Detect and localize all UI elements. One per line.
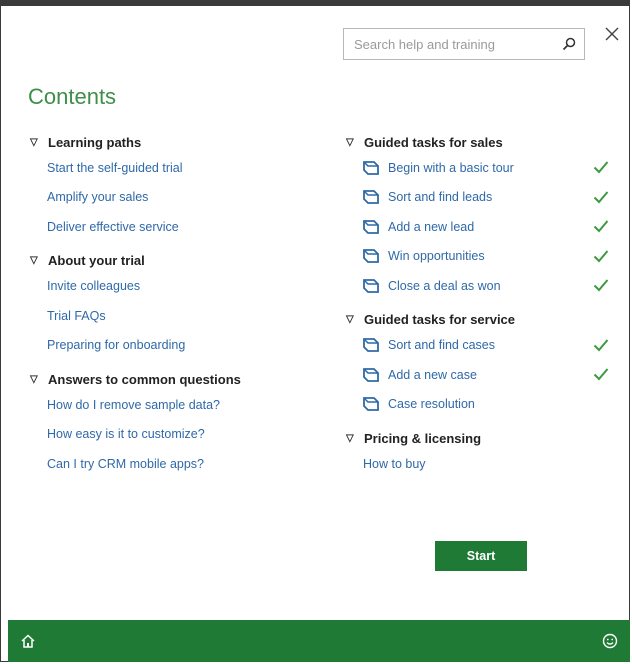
home-icon[interactable]	[18, 631, 38, 651]
task-item[interactable]: Sort and find cases	[362, 331, 616, 361]
link-list: How to buy	[346, 449, 616, 479]
guided-task-icon	[362, 248, 380, 264]
task-item[interactable]: Sort and find leads	[362, 183, 616, 213]
section: ▽ About your trial Invite colleagues Trial …	[30, 250, 320, 361]
section-heading: ▽ Guided tasks for sales	[346, 131, 616, 153]
footer-bar	[8, 620, 630, 662]
close-icon[interactable]	[602, 24, 622, 44]
section: ▽ Pricing & licensing How to buy	[346, 427, 616, 479]
page-title: Contents	[28, 84, 117, 109]
guided-task-icon	[362, 189, 380, 205]
link-list: Start the self-guided trial Amplify your …	[30, 153, 320, 242]
section-heading-text: Guided tasks for service	[364, 312, 516, 327]
task-item[interactable]: Win opportunities	[362, 242, 616, 272]
guided-task-icon	[362, 367, 380, 383]
guided-task-icon	[362, 219, 380, 235]
task-item[interactable]: Add a new case	[362, 360, 616, 390]
section-heading: ▽ Pricing & licensing	[346, 427, 616, 449]
left-column: ▽ Learning paths Start the self-guided tri…	[30, 131, 320, 487]
search-icon[interactable]	[554, 29, 584, 59]
list-item: Can I try CRM mobile apps?	[47, 449, 320, 479]
help-link[interactable]: Preparing for onboarding	[47, 338, 185, 352]
right-column: ▽ Guided tasks for sales Begin with a basi…	[346, 131, 616, 487]
task-item[interactable]: Close a deal as won	[362, 271, 616, 301]
section-heading-text: Answers to common questions	[48, 371, 241, 387]
task-item[interactable]: Add a new lead	[362, 212, 616, 242]
collapse-triangle-icon[interactable]: ▽	[30, 137, 42, 148]
collapse-triangle-icon[interactable]: ▽	[346, 433, 358, 444]
help-link[interactable]: How to buy	[363, 457, 426, 471]
help-link[interactable]: Deliver effective service	[47, 220, 179, 234]
task-list: Begin with a basic tour Sort and find lea…	[346, 153, 616, 301]
help-link[interactable]: Start the self-guided trial	[47, 161, 183, 175]
help-link[interactable]: Can I try CRM mobile apps?	[47, 457, 204, 471]
task-link[interactable]: Case resolution	[388, 397, 475, 411]
collapse-triangle-icon[interactable]: ▽	[30, 374, 42, 385]
task-link[interactable]: Add a new lead	[388, 220, 474, 234]
smiley-icon[interactable]	[600, 631, 620, 651]
checkmark-icon	[593, 249, 609, 263]
list-item: Trial FAQs	[47, 301, 320, 331]
list-item: How do I remove sample data?	[47, 390, 320, 420]
list-item: Preparing for onboarding	[47, 331, 320, 361]
list-item: Invite colleagues	[47, 272, 320, 302]
search-input[interactable]	[344, 30, 554, 58]
section: ▽ Answers to common questions How do I rem…	[30, 368, 320, 479]
guided-task-icon	[362, 396, 380, 412]
section-heading: ▽ About your trial	[30, 250, 320, 272]
list-item: Deliver effective service	[47, 212, 320, 242]
task-link[interactable]: Win opportunities	[388, 249, 485, 263]
guided-task-icon	[362, 160, 380, 176]
collapse-triangle-icon[interactable]: ▽	[346, 137, 358, 148]
checkmark-icon	[593, 278, 609, 292]
link-list: How do I remove sample data? How easy is …	[30, 390, 320, 479]
section: ▽ Guided tasks for service Sort and find c…	[346, 309, 616, 420]
guided-task-icon	[362, 337, 380, 353]
checkmark-icon	[593, 338, 609, 352]
list-item: How easy is it to customize?	[47, 420, 320, 450]
task-item[interactable]: Begin with a basic tour	[362, 153, 616, 183]
section-heading-text: Learning paths	[48, 134, 142, 150]
collapse-triangle-icon[interactable]: ▽	[346, 314, 358, 325]
checkmark-icon	[593, 190, 609, 204]
start-button[interactable]: Start	[435, 541, 527, 571]
task-link[interactable]: Begin with a basic tour	[388, 161, 514, 175]
task-link[interactable]: Close a deal as won	[388, 279, 501, 293]
section: ▽ Learning paths Start the self-guided tri…	[30, 131, 320, 242]
help-link[interactable]: How do I remove sample data?	[47, 398, 220, 412]
help-link[interactable]: Trial FAQs	[47, 309, 106, 323]
section-heading-text: About your trial	[48, 253, 145, 268]
section-heading: ▽ Learning paths	[30, 131, 320, 153]
section-heading: ▽ Answers to common questions	[30, 368, 320, 390]
collapse-triangle-icon[interactable]: ▽	[30, 255, 42, 266]
section: ▽ Guided tasks for sales Begin with a basi…	[346, 131, 616, 301]
link-list: Invite colleagues Trial FAQs Preparing for…	[30, 272, 320, 361]
list-item: How to buy	[363, 449, 616, 479]
checkmark-icon	[593, 219, 609, 233]
task-link[interactable]: Sort and find leads	[388, 190, 492, 204]
guided-task-icon	[362, 278, 380, 294]
help-link[interactable]: How easy is it to customize?	[47, 427, 205, 441]
task-item[interactable]: Case resolution	[362, 390, 616, 420]
help-link[interactable]: Amplify your sales	[47, 190, 148, 204]
section-heading: ▽ Guided tasks for service	[346, 309, 616, 331]
task-list: Sort and find cases Add a new case Case re…	[346, 331, 616, 420]
task-link[interactable]: Sort and find cases	[388, 338, 495, 352]
section-heading-text: Guided tasks for sales	[364, 134, 503, 150]
list-item: Start the self-guided trial	[47, 153, 320, 183]
task-link[interactable]: Add a new case	[388, 368, 477, 382]
list-item: Amplify your sales	[47, 183, 320, 213]
search-box[interactable]	[343, 28, 585, 60]
help-link[interactable]: Invite colleagues	[47, 279, 140, 293]
checkmark-icon	[593, 367, 609, 381]
section-heading-text: Pricing & licensing	[364, 430, 482, 446]
checkmark-icon	[593, 160, 609, 174]
